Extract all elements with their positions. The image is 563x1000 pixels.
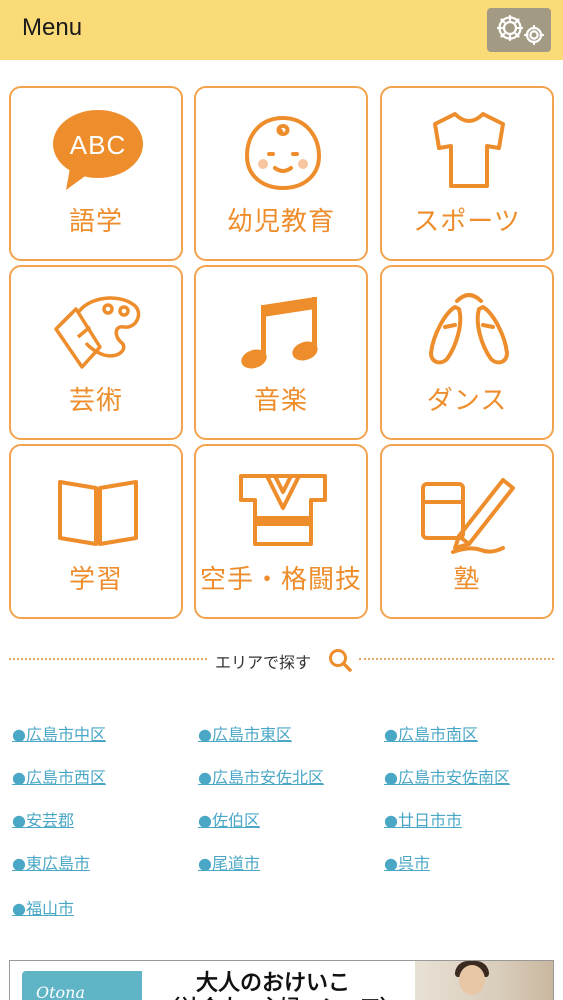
category-label: 塾	[453, 565, 481, 595]
category-tile-dance[interactable]: ダンス	[380, 265, 554, 440]
search-icon	[329, 649, 352, 672]
music-note-icon	[241, 297, 318, 369]
area-link[interactable]: ●福山市	[12, 895, 74, 919]
karate-gi-icon	[239, 474, 327, 546]
t-shirt-icon	[433, 112, 505, 188]
area-search-header: エリアで探す	[9, 643, 554, 677]
area-link[interactable]: ●廿日市市	[384, 807, 462, 831]
category-tile-study[interactable]: 学習	[9, 444, 183, 619]
category-tile-language[interactable]: ABC 語学	[9, 86, 183, 261]
area-link[interactable]: ●東広島市	[12, 850, 90, 874]
area-link[interactable]: ●広島市西区	[12, 764, 106, 788]
banner-flag-text: Otona	[36, 983, 86, 1000]
category-label: 語学	[68, 207, 123, 237]
abc-speech-bubble-icon: ABC	[53, 110, 143, 190]
category-tile-music[interactable]: 音楽	[194, 265, 368, 440]
paint-palette-icon	[54, 296, 141, 369]
gear-icon	[496, 14, 545, 46]
area-link[interactable]: ●広島市南区	[384, 721, 478, 745]
banner-subtitle: （社会人・主婦・シニア）	[160, 991, 400, 1000]
category-tile-art[interactable]: 芸術	[9, 265, 183, 440]
photo-face	[459, 965, 485, 995]
category-tile-martial-arts[interactable]: 空手・格闘技	[194, 444, 368, 619]
app-header: Menu	[0, 0, 563, 60]
area-search-label: エリアで探す	[215, 653, 312, 672]
area-link[interactable]: ●佐伯区	[198, 807, 260, 831]
category-label: ダンス	[426, 386, 508, 416]
category-tile-sports[interactable]: スポーツ	[380, 86, 554, 261]
category-label: 幼児教育	[226, 207, 335, 237]
ballet-shoes-icon	[429, 293, 509, 365]
abc-icon-text: ABC	[70, 130, 126, 160]
area-link[interactable]: ●広島市安佐南区	[384, 764, 510, 788]
category-label: スポーツ	[413, 207, 521, 237]
pencil-eraser-icon	[421, 478, 515, 554]
area-link[interactable]: ●安芸郡	[12, 807, 74, 831]
category-label: 空手・格闘技	[199, 565, 362, 595]
area-link[interactable]: ●広島市安佐北区	[198, 764, 324, 788]
baby-face-icon	[244, 115, 322, 191]
divider-right	[359, 658, 554, 660]
category-label: 音楽	[253, 386, 308, 416]
adult-lessons-banner[interactable]: Otona 大人のおけいこ （社会人・主婦・シニア）	[9, 960, 554, 1000]
area-link[interactable]: ●広島市中区	[12, 721, 106, 745]
category-label: 学習	[68, 565, 123, 595]
category-label: 芸術	[68, 386, 123, 416]
settings-button[interactable]	[487, 8, 551, 52]
menu-title[interactable]: Menu	[22, 14, 82, 42]
banner-photo	[415, 961, 553, 1000]
category-tile-early-education[interactable]: 幼児教育	[194, 86, 368, 261]
area-link[interactable]: ●呉市	[384, 850, 430, 874]
category-tile-cram-school[interactable]: 塾	[380, 444, 554, 619]
category-grid: ABC 語学 幼児教育 スポーツ 芸術 音楽 ダンス 学習 空手・格闘技 塾	[9, 86, 554, 620]
divider-left	[9, 658, 207, 660]
area-link[interactable]: ●尾道市	[198, 850, 260, 874]
open-book-icon	[58, 480, 138, 546]
area-link[interactable]: ●広島市東区	[198, 721, 292, 745]
